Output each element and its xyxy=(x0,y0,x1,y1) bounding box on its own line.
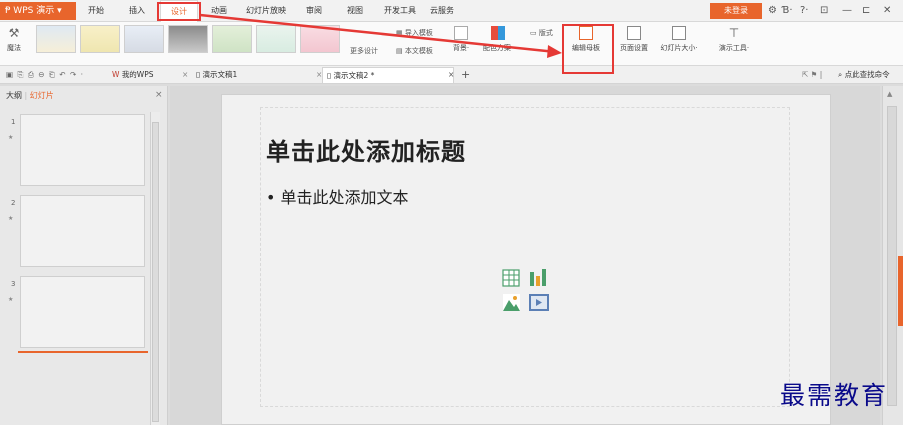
watermark: 最需教育 xyxy=(780,381,889,410)
arrow-head-icon xyxy=(547,45,562,58)
annotation-arrow xyxy=(199,13,562,58)
